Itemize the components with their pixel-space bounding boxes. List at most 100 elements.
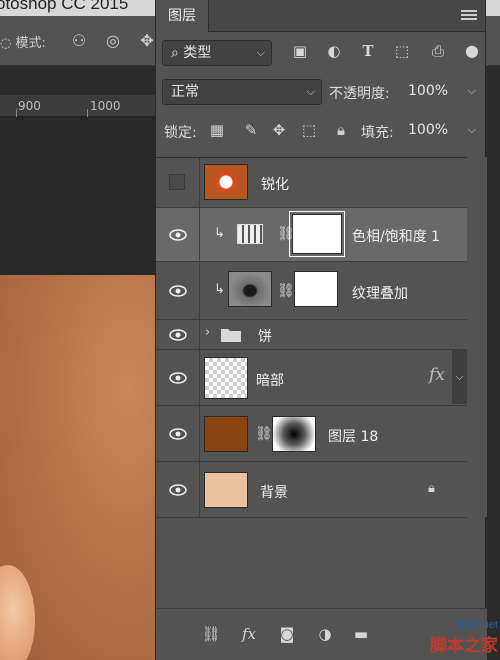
- opacity-field[interactable]: 100% ⌵: [400, 79, 482, 105]
- shape-filter-icon[interactable]: ⬚: [392, 41, 412, 61]
- link-icon: ⛓: [277, 283, 295, 299]
- new-group-icon[interactable]: ▬: [350, 623, 372, 645]
- layer-name[interactable]: 锐化: [261, 174, 289, 194]
- app-title: otoshop CC 2015: [0, 0, 129, 13]
- link-icon: ⛓: [277, 226, 295, 242]
- watermark-url: jb51.net: [458, 619, 498, 631]
- link-icon: ⛓: [255, 426, 273, 442]
- layer-name[interactable]: 暗部: [256, 370, 284, 390]
- layers-scrollbar[interactable]: [467, 157, 487, 517]
- fill-field[interactable]: 100% ⌵: [400, 118, 482, 144]
- image-filter-icon[interactable]: ▣: [290, 41, 310, 61]
- visibility-cell[interactable]: [156, 406, 200, 461]
- add-mask-icon[interactable]: ◙: [276, 623, 298, 645]
- ruler-mark: [87, 109, 88, 117]
- clipping-arrow-icon: ↳: [214, 226, 225, 241]
- canvas-subject: [0, 565, 35, 660]
- ruler-tick-1000: 1000: [90, 99, 121, 113]
- layer-name[interactable]: 纹理叠加: [352, 283, 408, 303]
- lock-transparent-icon[interactable]: ▦: [208, 121, 226, 139]
- lock-label: 锁定:: [164, 125, 197, 141]
- filter-kind-select[interactable]: ⌕ 类型 ⌵: [162, 40, 272, 66]
- visibility-cell[interactable]: [156, 262, 200, 319]
- layer-thumbnail: [204, 357, 248, 399]
- lock-position-icon[interactable]: ✥: [270, 121, 288, 139]
- visibility-cell[interactable]: [156, 320, 200, 349]
- layers-panel: 图层 ⌕ 类型 ⌵ ▣ ◐ T ⬚ ⎙ ⬤ 正常 ⌵ 不透明度: 100% ⌵ …: [155, 0, 487, 660]
- fill-value: 100%: [408, 122, 449, 138]
- eye-icon[interactable]: [169, 285, 187, 297]
- layer-thumbnail: [228, 271, 272, 307]
- lock-all-icon[interactable]: 🔒︎: [332, 121, 350, 139]
- eye-icon[interactable]: [169, 484, 187, 496]
- eye-icon[interactable]: [169, 229, 187, 241]
- ruler-mark: [16, 109, 17, 117]
- layer-style-icon[interactable]: fx: [238, 623, 260, 645]
- chevron-down-icon: ⌵: [467, 84, 476, 97]
- layer-name[interactable]: 图层 18: [328, 426, 378, 446]
- visibility-cell[interactable]: [156, 350, 200, 405]
- link-layers-icon[interactable]: ⛓: [200, 623, 222, 645]
- horizontal-ruler: 900 1000: [0, 95, 160, 117]
- visibility-hidden-box[interactable]: [169, 174, 185, 190]
- smart-object-filter-icon[interactable]: ⎙: [428, 41, 448, 61]
- canvas-pasteboard: [0, 117, 160, 275]
- layer-row[interactable]: 背景 🔒︎: [156, 462, 467, 518]
- mode-label: ◌ 模式:: [0, 36, 46, 51]
- chevron-down-icon: ⌵: [467, 123, 476, 136]
- hue-saturation-icon: [237, 224, 263, 244]
- layer-mask-thumbnail[interactable]: [294, 271, 338, 307]
- blend-tool-icon[interactable]: ⚇: [68, 30, 90, 52]
- chevron-down-icon: ⌵: [306, 85, 315, 98]
- layer-mask-thumbnail[interactable]: [289, 211, 345, 257]
- layer-mask-thumbnail[interactable]: [272, 416, 316, 452]
- lock-artboard-icon[interactable]: ⬚: [300, 121, 318, 139]
- panel-header: 图层: [156, 0, 485, 32]
- layer-thumbnail: [204, 164, 248, 200]
- layer-name[interactable]: 背景: [260, 482, 288, 502]
- layer-thumbnail: [204, 472, 248, 508]
- layer-row[interactable]: ↳ ⛓ 色相/饱和度 1: [156, 208, 467, 262]
- watermark-brand: 脚本之家: [430, 636, 498, 656]
- target-tool-icon[interactable]: ◎: [102, 30, 124, 52]
- layer-thumbnail: [204, 416, 248, 452]
- chevron-down-icon: ⌵: [256, 46, 265, 59]
- tab-layers[interactable]: 图层: [156, 0, 209, 32]
- eye-icon[interactable]: [169, 372, 187, 384]
- layer-row[interactable]: 暗部 fx ⌵: [156, 350, 467, 406]
- eye-icon[interactable]: [169, 329, 187, 341]
- fx-badge[interactable]: fx: [429, 365, 445, 385]
- search-icon: ⌕: [171, 45, 179, 61]
- panel-menu-icon[interactable]: [461, 8, 477, 24]
- layer-list: 锐化 ↳ ⛓ 色相/饱和度 1 ↳ ⛓ 纹理叠加 › 饼 暗部 fx ⌵ ⛓ 图…: [156, 157, 467, 518]
- visibility-cell[interactable]: [156, 208, 200, 261]
- fill-label: 填充:: [361, 125, 394, 141]
- adjustment-filter-icon[interactable]: ◐: [324, 41, 344, 61]
- document-canvas[interactable]: [0, 275, 160, 660]
- filter-toggle-icon[interactable]: ⬤: [462, 41, 482, 61]
- visibility-cell[interactable]: [156, 462, 200, 517]
- folder-icon: [221, 329, 241, 342]
- chevron-down-icon[interactable]: ⌵: [452, 350, 467, 404]
- opacity-value: 100%: [408, 83, 449, 99]
- visibility-cell[interactable]: [156, 158, 200, 207]
- chevron-right-icon[interactable]: ›: [205, 325, 210, 340]
- blend-mode-value: 正常: [171, 84, 199, 100]
- clipping-arrow-icon: ↳: [214, 282, 225, 297]
- layer-name[interactable]: 饼: [258, 326, 272, 346]
- layer-row[interactable]: ↳ ⛓ 纹理叠加: [156, 262, 467, 320]
- filter-kind-value: 类型: [183, 45, 212, 61]
- blend-mode-select[interactable]: 正常 ⌵: [162, 79, 322, 105]
- opacity-label: 不透明度:: [329, 86, 390, 102]
- layer-group-row[interactable]: › 饼: [156, 320, 467, 350]
- watermark: jb51.net 脚本之家: [430, 619, 498, 656]
- lock-image-icon[interactable]: ✎: [242, 121, 260, 139]
- type-filter-icon[interactable]: T: [358, 41, 378, 61]
- adjustment-layer-icon[interactable]: ◑: [314, 623, 336, 645]
- lock-icon: 🔒︎: [428, 481, 435, 496]
- layer-name[interactable]: 色相/饱和度 1: [352, 226, 440, 246]
- layer-row[interactable]: 锐化: [156, 158, 467, 208]
- eye-icon[interactable]: [169, 428, 187, 440]
- layer-row[interactable]: ⛓ 图层 18: [156, 406, 467, 462]
- ruler-tick-900: 900: [18, 99, 41, 113]
